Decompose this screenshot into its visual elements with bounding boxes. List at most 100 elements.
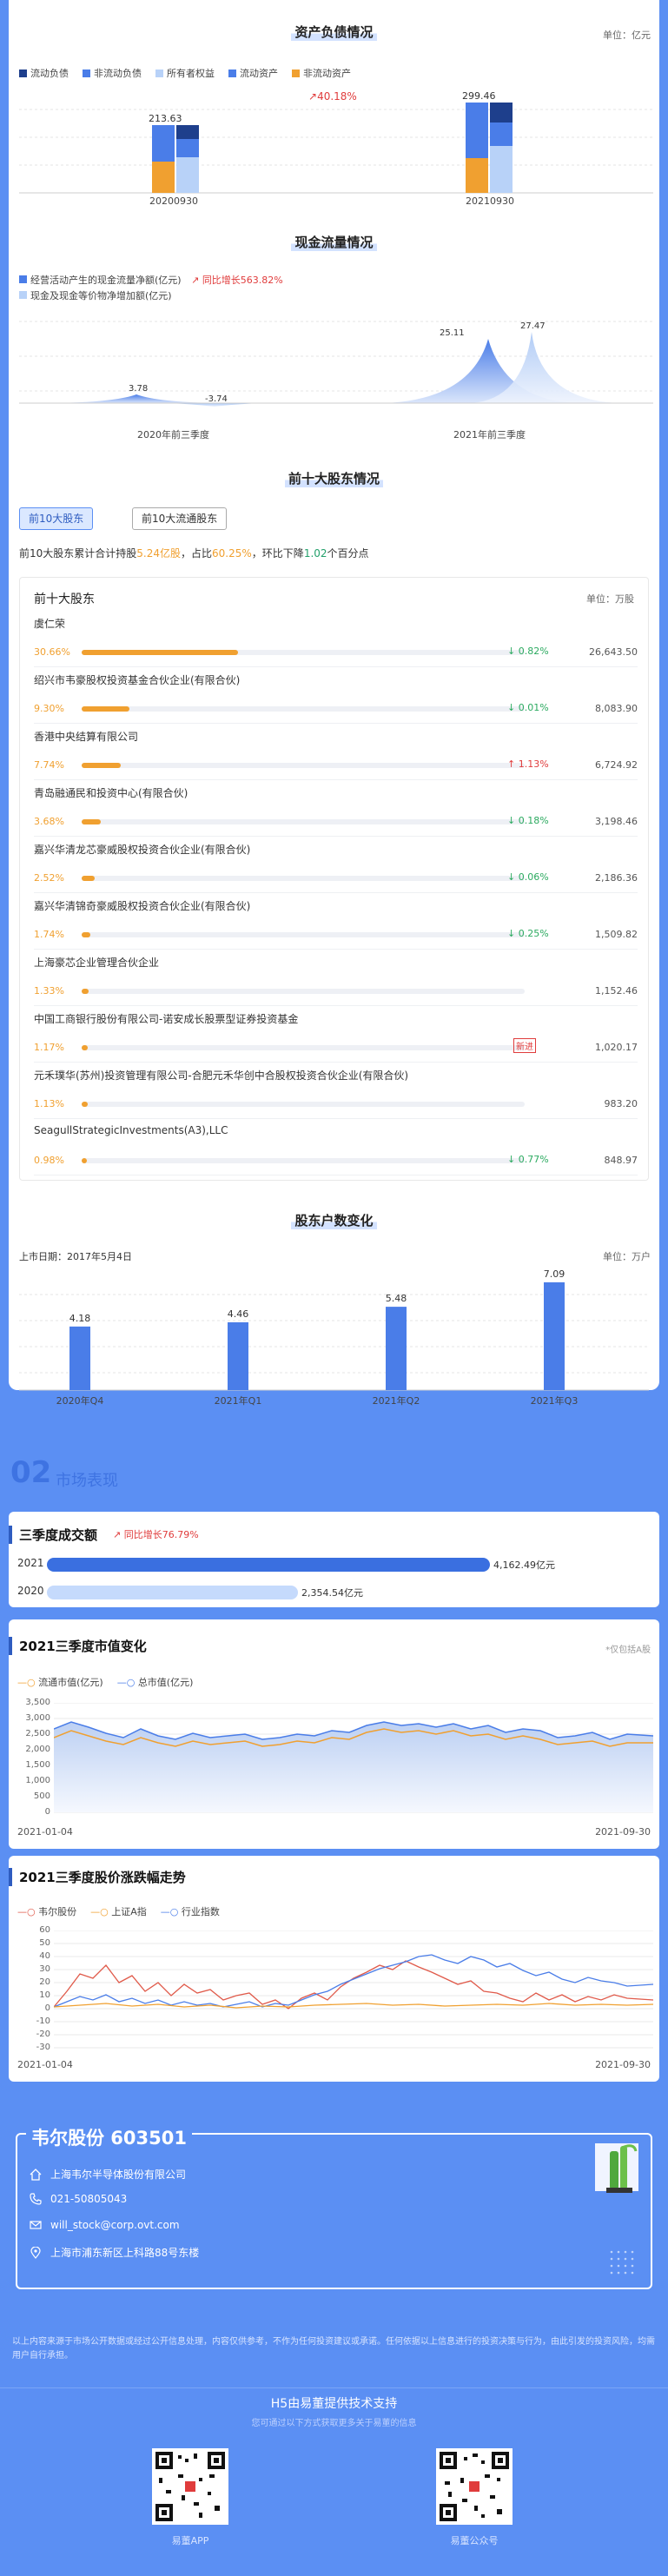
dot-pattern-icon	[610, 2250, 634, 2275]
tab-top10-float-shareholders[interactable]: 前10大流通股东	[132, 507, 228, 530]
new-entry-badge: 新进	[513, 1038, 536, 1053]
period-2020: 20200930	[149, 195, 198, 207]
phone-icon	[30, 2193, 42, 2205]
shareholder-pct: 2.52%	[34, 872, 64, 884]
section-title: 市场表现	[56, 1472, 118, 1490]
holding-bar-fill	[82, 650, 238, 655]
holders-bar-label: 5.48	[386, 1293, 407, 1304]
price-title: 2021三季度股价涨跌幅走势	[9, 1868, 186, 1886]
holding-bar-fill	[82, 1045, 88, 1050]
total-2021: 299.46	[462, 90, 496, 102]
holding-bar-track	[82, 876, 525, 881]
bar-2020-equity	[176, 157, 199, 193]
table-row: SeagullStrategicInvestments(A3),LLC 0.98…	[34, 1119, 638, 1175]
cashflow-growth: ↗ 同比增长563.82%	[191, 275, 283, 286]
shareholder-shares: 848.97	[604, 1155, 638, 1166]
holding-bar-track	[82, 1158, 525, 1163]
y-tick-label: 0	[44, 2003, 50, 2013]
table-row: 绍兴市韦豪股权投资基金合伙企业(有限合伙) 9.30% ↓ 0.01% 8,08…	[34, 667, 638, 724]
holding-bar-track	[82, 1102, 525, 1107]
y-tick-label: 1,000	[25, 1776, 50, 1785]
holders-bar-label: 7.09	[544, 1268, 565, 1280]
qr-wechat[interactable]	[436, 2448, 513, 2525]
period-2021: 20210930	[466, 195, 514, 207]
marketcap-note: *仅包括A股	[605, 1646, 651, 1655]
y-tick-label: 30	[39, 1964, 50, 1974]
y-tick-label: 500	[33, 1791, 50, 1801]
change-down: ↓ 0.18%	[507, 815, 549, 826]
holders-category: 2021年Q2	[373, 1394, 420, 1407]
company-card	[16, 2133, 652, 2289]
change-down: ↓ 0.01%	[507, 702, 549, 713]
company-phone-row[interactable]: 021-50805043	[30, 2193, 127, 2205]
y-tick-label: -30	[36, 2043, 50, 2052]
shareholder-name: 嘉兴华清锦奇豪威股权投资合伙企业(有限合伙)	[34, 900, 251, 912]
industry-line	[54, 1954, 653, 2008]
holders-category: 2021年Q1	[215, 1394, 262, 1407]
y-tick-label: -20	[36, 2030, 50, 2039]
shareholder-name: SeagullStrategicInvestments(A3),LLC	[34, 1124, 228, 1136]
shareholder-name: 香港中央结算有限公司	[34, 731, 139, 743]
shareholder-pct: 1.74%	[34, 929, 64, 940]
y-tick-label: 3,000	[25, 1713, 50, 1723]
holding-bar-fill	[82, 1158, 87, 1163]
legend-current-liabilities: 流动负债	[19, 66, 69, 80]
tech-support: H5由易董提供技术支持	[270, 2397, 398, 2411]
shareholder-name: 青岛融通民和投资中心(有限合伙)	[34, 787, 188, 799]
holders-bar	[228, 1321, 248, 1390]
table-row: 虞仁荣 30.66% ↓ 0.82% 26,643.50	[34, 611, 638, 667]
holding-bar-track	[82, 932, 525, 937]
location-icon	[30, 2246, 41, 2259]
disclaimer: 以上内容来源于市场公开数据或经过公开信息处理，内容仅供参考，不作为任何投资建议或…	[12, 2337, 655, 2361]
tech-support-sub: 您可通过以下方式获取更多关于易董的信息	[251, 2419, 417, 2428]
company-phone: 021-50805043	[50, 2193, 128, 2205]
listing-date: 上市日期：2017年5月4日	[19, 1251, 132, 1262]
legend-current-assets: 流动资产	[228, 66, 278, 80]
y-tick-label: 40	[39, 1951, 50, 1961]
price-start-date: 2021-01-04	[17, 2059, 73, 2070]
home-icon	[30, 2168, 42, 2181]
shareholder-shares: 983.20	[604, 1098, 638, 1109]
holders-bar	[69, 1326, 90, 1390]
turnover-bar	[47, 1558, 490, 1572]
shareholder-pct: 1.17%	[34, 1042, 64, 1053]
company-email-row[interactable]: will_stock@corp.ovt.com	[30, 2219, 180, 2231]
holding-bar-track	[82, 650, 525, 655]
sse-a-line	[54, 2003, 653, 2009]
table-row: 青岛融通民和投资中心(有限合伙) 3.68% ↓ 0.18% 3,198.46	[34, 780, 638, 837]
holders-bar	[544, 1281, 565, 1390]
bar-2021-current-assets	[466, 103, 488, 158]
table-row: 元禾璞华(苏州)投资管理有限公司-合肥元禾华创中合股权投资合伙企业(有限合伙) …	[34, 1063, 638, 1119]
holding-bar-track	[82, 1045, 525, 1050]
shareholder-pct: 3.68%	[34, 816, 64, 827]
bamboo-illustration-icon	[595, 2143, 638, 2193]
shareholder-pct: 9.30%	[34, 703, 64, 714]
company-address: 上海市浦东新区上科路88号东楼	[50, 2247, 200, 2259]
qr-app[interactable]	[152, 2448, 228, 2525]
holding-bar-fill	[82, 1102, 88, 1107]
holders-category: 2021年Q3	[531, 1394, 579, 1407]
holding-bar-fill	[82, 989, 89, 994]
bar-2020-current-assets	[152, 125, 175, 162]
bar-2021-noncurrent-assets	[466, 158, 488, 193]
cf-value-2021-cash: 27.47	[520, 321, 546, 331]
holding-bar-fill	[82, 763, 122, 768]
y-tick-label: 2,500	[25, 1729, 50, 1738]
y-tick-label: -10	[36, 2016, 50, 2026]
marketcap-end-date: 2021-09-30	[595, 1826, 651, 1838]
change-down: ↓ 0.82%	[507, 646, 549, 657]
holding-bar-fill	[82, 706, 129, 712]
legend-stock: —○ 韦尔股份	[17, 1906, 77, 1917]
total-2020: 213.63	[149, 113, 182, 124]
price-legend: —○ 韦尔股份 —○ 上证A指 —○ 行业指数	[17, 1904, 220, 1918]
change-up: ↑ 1.13%	[507, 758, 549, 770]
shareholder-shares: 1,020.17	[595, 1042, 638, 1053]
holding-bar-track	[82, 706, 525, 712]
price-end-date: 2021-09-30	[595, 2059, 651, 2070]
y-tick-label: 0	[44, 1807, 50, 1817]
shareholder-shares: 2,186.36	[595, 872, 638, 884]
tab-top10-shareholders[interactable]: 前10大股东	[19, 507, 94, 530]
shareholders-summary: 前10大股东累计合计持股5.24亿股，占比60.25%，环比下降1.02个百分点	[19, 547, 369, 560]
turnover-title: 三季度成交额	[9, 1526, 97, 1544]
holding-bar-track	[82, 989, 525, 994]
